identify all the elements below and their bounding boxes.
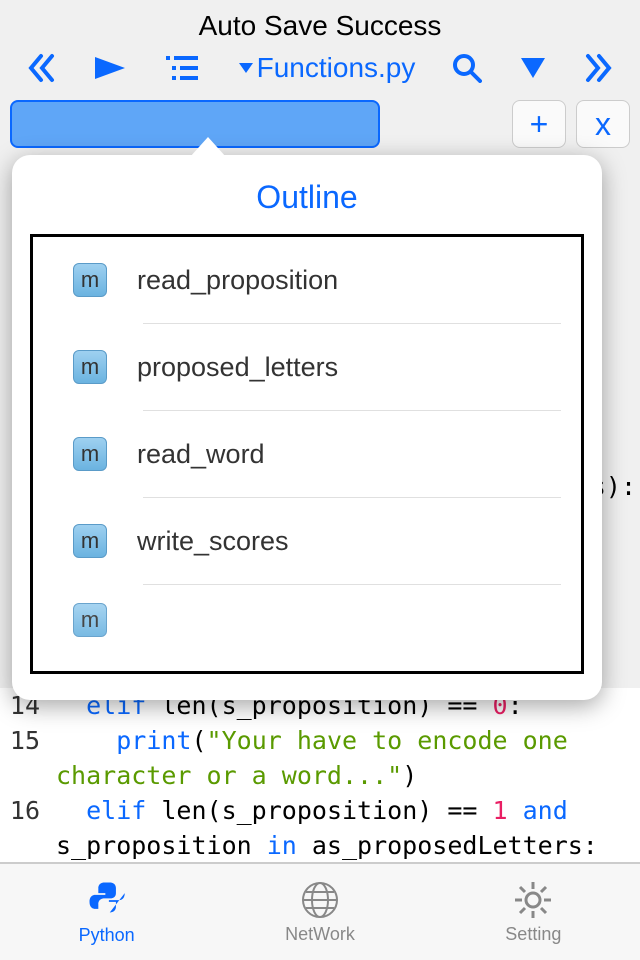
close-tab-button[interactable]: x [576, 100, 630, 148]
nav-label: NetWork [285, 924, 355, 945]
method-badge-icon: m [73, 263, 107, 297]
dropdown-triangle-icon[interactable] [519, 56, 547, 80]
outline-list: m read_proposition m proposed_letters m … [30, 234, 584, 674]
code-line: 16 elif len(s_proposition) == 1 and [0, 793, 640, 828]
outline-item-label: write_scores [137, 526, 289, 557]
play-icon[interactable] [93, 55, 127, 81]
method-badge-icon: m [73, 350, 107, 384]
code-editor[interactable]: 14 elif len(s_proposition) == 0: 15 prin… [0, 688, 640, 863]
outline-item[interactable]: m read_word [33, 411, 581, 497]
tabs-row: + x [0, 94, 640, 154]
nav-setting[interactable]: Setting [427, 864, 640, 960]
code-line: s_proposition in as_proposedLetters: [0, 828, 640, 863]
nav-python[interactable]: Python [0, 864, 213, 960]
search-icon[interactable] [452, 53, 482, 83]
nav-network[interactable]: NetWork [213, 864, 426, 960]
page-title: Auto Save Success [0, 0, 640, 48]
outline-item[interactable]: m write_scores [33, 498, 581, 584]
method-badge-icon: m [73, 524, 107, 558]
outline-item[interactable]: m read_proposition [33, 237, 581, 323]
add-tab-button[interactable]: + [512, 100, 566, 148]
globe-icon [300, 880, 340, 920]
filename-dropdown[interactable]: Functions.py [237, 52, 416, 84]
outline-list-icon[interactable] [164, 54, 200, 82]
toolbar: Functions.py [0, 48, 640, 94]
popover-title: Outline [12, 155, 602, 234]
bottom-nav: Python NetWork Setting [0, 862, 640, 960]
filename-label: Functions.py [257, 52, 416, 84]
outline-popover: Outline m read_proposition m proposed_le… [12, 155, 602, 700]
outline-item[interactable]: m proposed_letters [33, 324, 581, 410]
nav-label: Setting [505, 924, 561, 945]
outline-item[interactable]: m [33, 585, 581, 637]
outline-item-label: proposed_letters [137, 352, 338, 383]
nav-label: Python [79, 925, 135, 946]
method-badge-icon: m [73, 437, 107, 471]
outline-item-label: read_word [137, 439, 265, 470]
python-icon [86, 879, 128, 921]
code-line: 15 print("Your have to encode one charac… [0, 723, 640, 793]
forward-double-icon[interactable] [584, 53, 612, 83]
outline-item-label: read_proposition [137, 265, 338, 296]
method-badge-icon: m [73, 603, 107, 637]
back-double-icon[interactable] [28, 53, 56, 83]
gear-icon [513, 880, 553, 920]
